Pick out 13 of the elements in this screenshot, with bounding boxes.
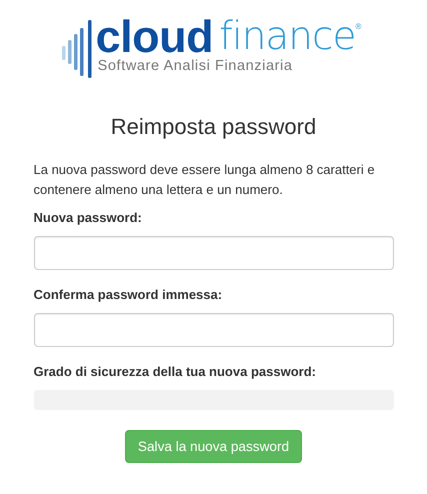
logo-wordmark-bold: cloud xyxy=(96,14,214,60)
password-field[interactable] xyxy=(34,313,394,347)
field-label: Conferma password immessa: xyxy=(34,286,224,304)
logo-wordmark-light: finance xyxy=(219,14,356,60)
logo-tagline: Software Analisi Finanziaria xyxy=(98,58,294,74)
password-field[interactable] xyxy=(34,236,394,270)
save-button[interactable]: Salva la nuova password xyxy=(124,430,302,463)
registered-mark: ® xyxy=(355,22,362,31)
bars-logo-icon xyxy=(62,20,92,78)
strength-label: Grado di sicurezza della tua nuova password: xyxy=(34,363,317,381)
field-label: Nuova password: xyxy=(34,209,143,227)
instructions-text: La nuova password deve essere lunga almeno 8 caratteri e contenere almeno una lettera e un numero. xyxy=(34,161,376,199)
page-title: Reimposta password xyxy=(110,114,316,140)
